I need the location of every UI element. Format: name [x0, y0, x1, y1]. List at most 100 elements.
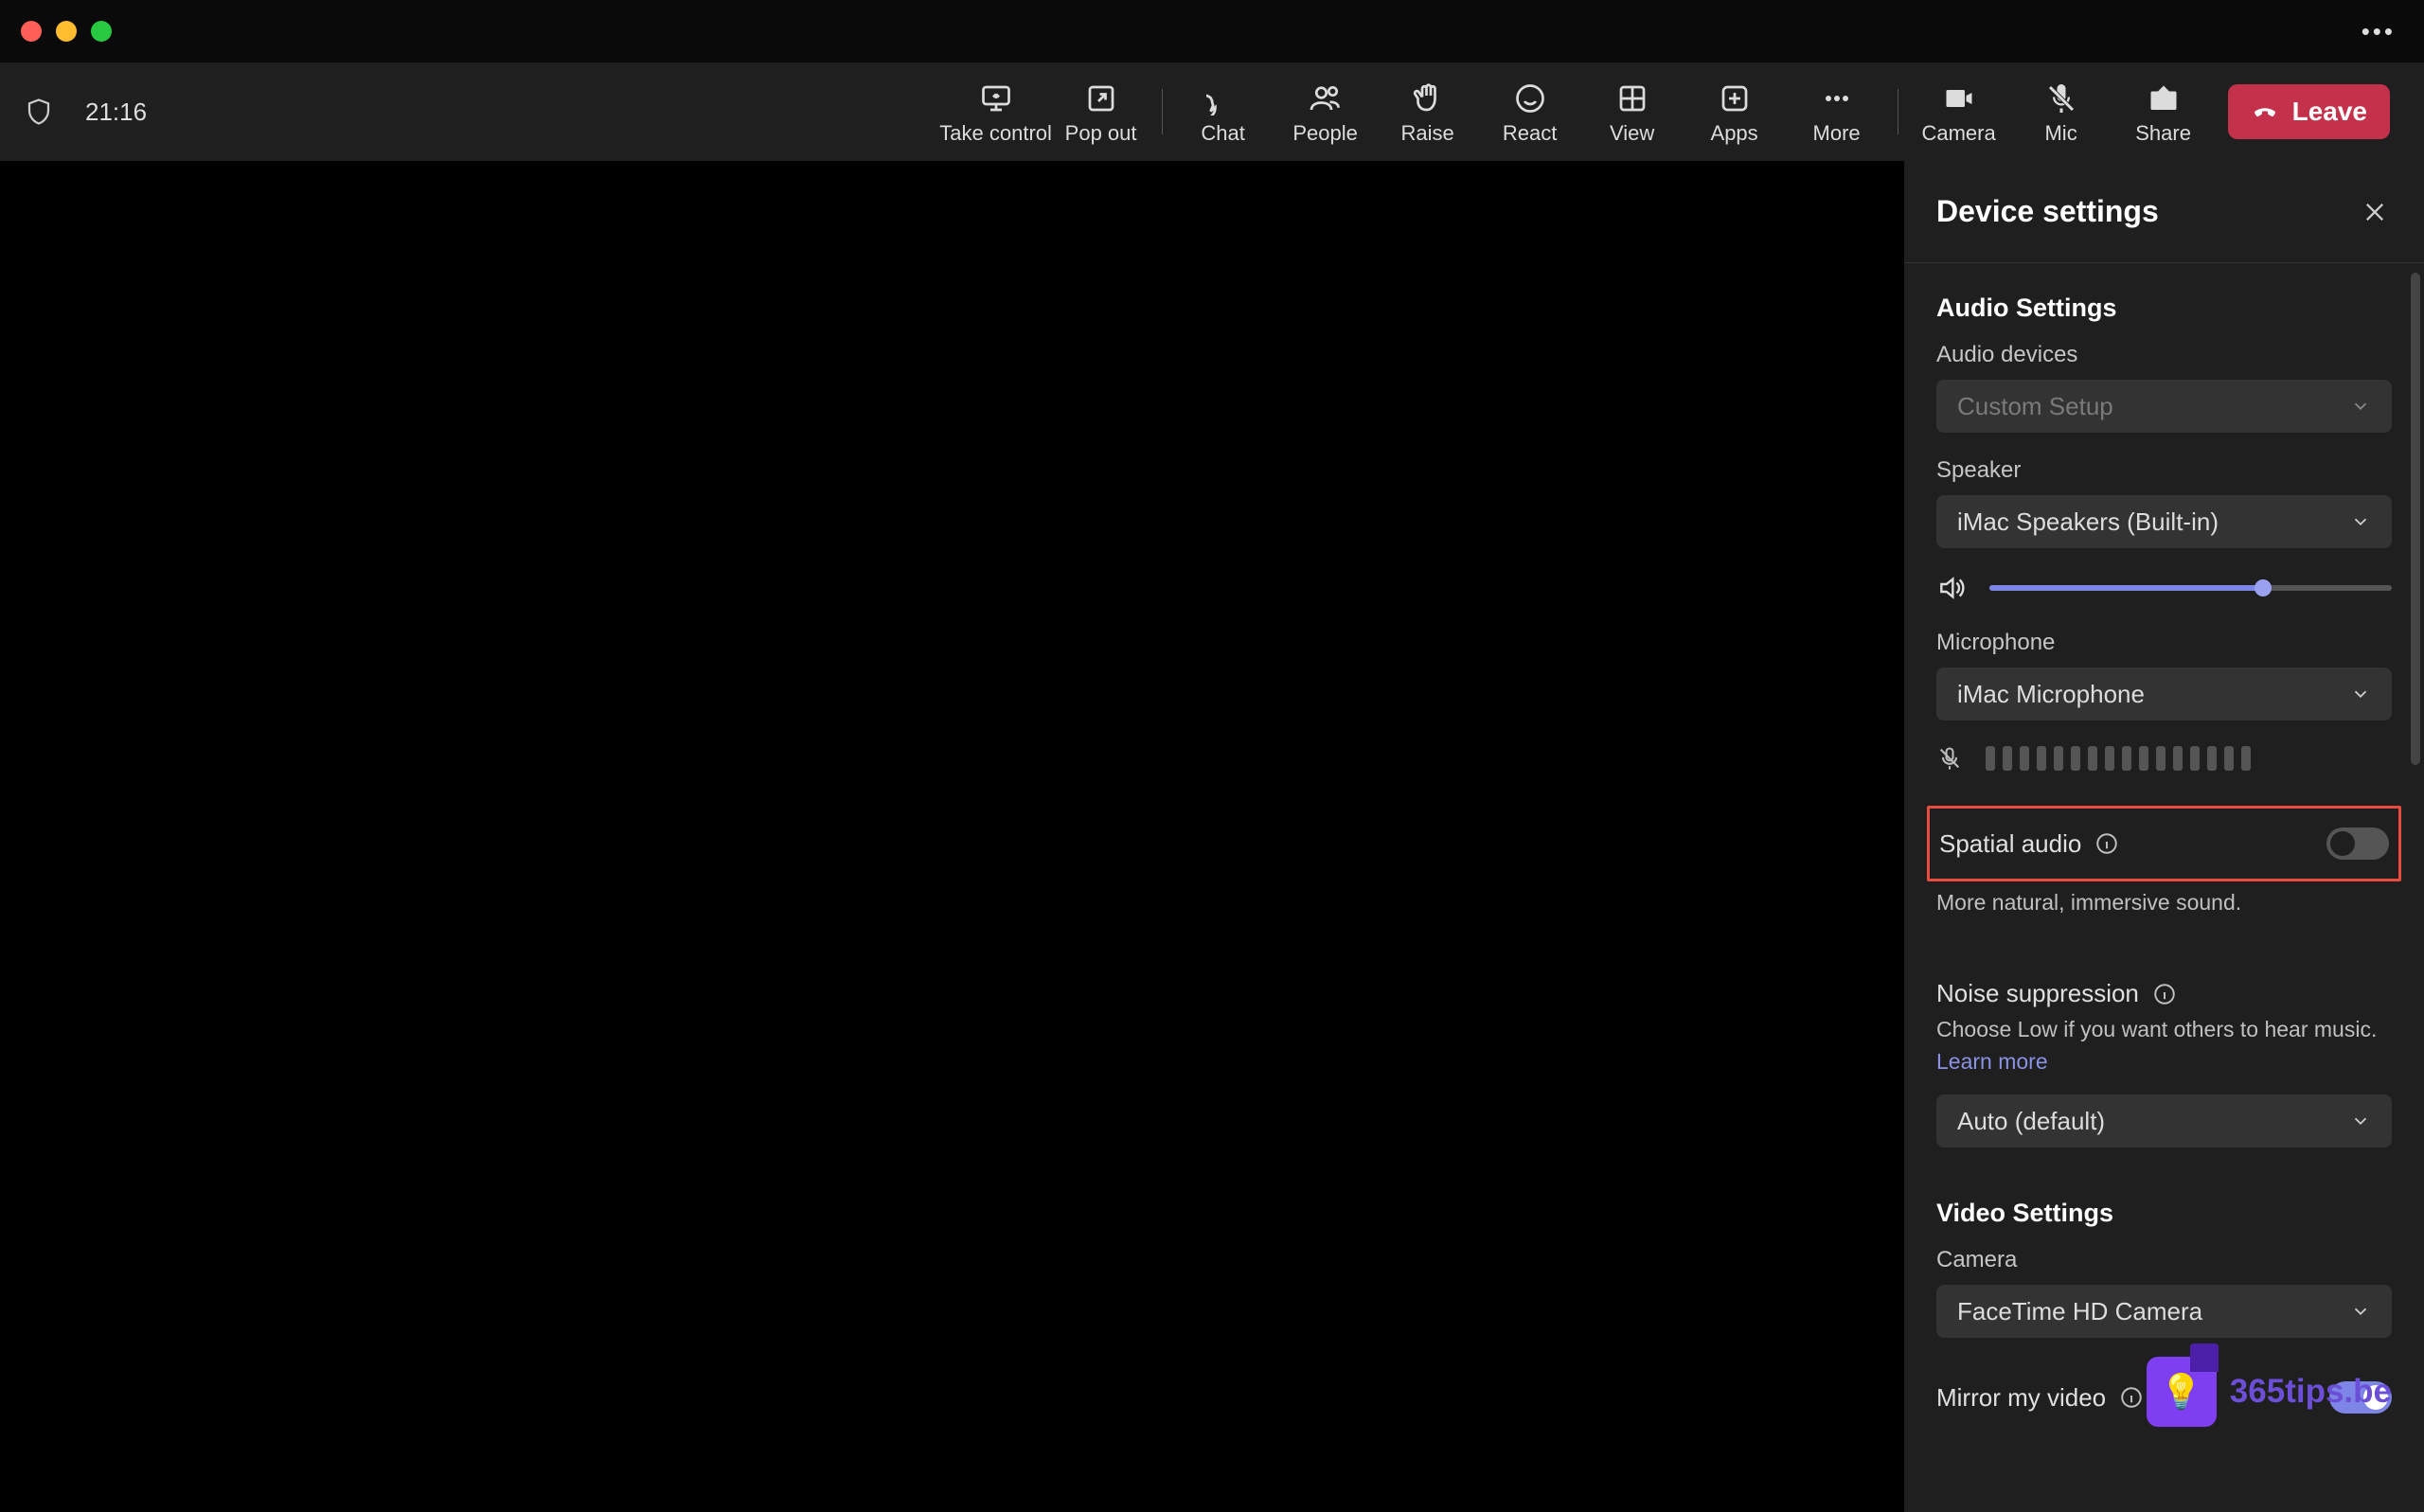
camera-select[interactable]: FaceTime HD Camera: [1936, 1285, 2392, 1338]
react-button[interactable]: React: [1479, 71, 1581, 152]
microphone-select[interactable]: iMac Microphone: [1936, 667, 2392, 720]
camera-value: FaceTime HD Camera: [1957, 1297, 2202, 1326]
maximize-window-button[interactable]: [91, 21, 112, 42]
content-area: Device settings Audio Settings Audio dev…: [0, 161, 2424, 1512]
noise-suppression-value: Auto (default): [1957, 1107, 2105, 1136]
pop-out-icon: [1084, 81, 1118, 116]
mic-level-row: [1936, 745, 2392, 772]
speaker-select[interactable]: iMac Speakers (Built-in): [1936, 495, 2392, 548]
minimize-window-button[interactable]: [56, 21, 77, 42]
device-settings-panel: Device settings Audio Settings Audio dev…: [1903, 161, 2424, 1512]
audio-devices-label: Audio devices: [1936, 342, 2392, 368]
view-button[interactable]: View: [1581, 71, 1684, 152]
spatial-audio-label: Spatial audio: [1939, 829, 2081, 859]
noise-desc-text: Choose Low if you want others to hear mu…: [1936, 1017, 2377, 1041]
speaker-volume-slider[interactable]: [1989, 585, 2392, 591]
watermark-text: 365tips.be: [2230, 1373, 2392, 1411]
shield-icon[interactable]: [25, 96, 53, 128]
take-control-button[interactable]: Take control: [942, 71, 1050, 152]
take-control-label: Take control: [939, 121, 1052, 146]
watermark: 💡 365tips.be: [2147, 1357, 2392, 1427]
mic-off-icon: [2044, 81, 2078, 116]
camera-label: Camera: [1921, 121, 1995, 146]
info-icon[interactable]: [2094, 831, 2119, 856]
chat-icon: [1206, 81, 1240, 116]
mic-level-meter: [1986, 746, 2251, 771]
noise-suppression-select[interactable]: Auto (default): [1936, 1094, 2392, 1147]
camera-label: Camera: [1936, 1247, 2392, 1273]
grid-icon: [1615, 81, 1649, 116]
more-button[interactable]: More: [1786, 71, 1888, 152]
chevron-down-icon: [2350, 1301, 2371, 1322]
chevron-down-icon: [2350, 396, 2371, 417]
audio-devices-select[interactable]: Custom Setup: [1936, 380, 2392, 433]
camera-toggle-button[interactable]: Camera: [1908, 71, 2010, 152]
meeting-toolbar: 21:16 Take control Pop out Chat People R…: [0, 62, 2424, 161]
spatial-audio-row: Spatial audio: [1927, 806, 2401, 881]
monitor-icon: [979, 81, 1013, 116]
speaker-label: Speaker: [1936, 457, 2392, 484]
pop-out-label: Pop out: [1065, 121, 1137, 146]
mic-muted-icon[interactable]: [1936, 745, 1963, 772]
share-tray-icon: [2147, 81, 2181, 116]
close-icon[interactable]: [2362, 199, 2388, 225]
titlebar-more-icon[interactable]: •••: [2362, 17, 2396, 46]
pop-out-button[interactable]: Pop out: [1050, 71, 1152, 152]
info-icon[interactable]: [2152, 982, 2177, 1006]
video-section-title: Video Settings: [1936, 1199, 2392, 1228]
apps-button[interactable]: Apps: [1684, 71, 1786, 152]
video-stage: [0, 161, 1903, 1512]
apps-label: Apps: [1711, 121, 1758, 146]
mic-toggle-button[interactable]: Mic: [2010, 71, 2112, 152]
emoji-icon: [1513, 81, 1547, 116]
noise-suppression-label: Noise suppression: [1936, 979, 2139, 1008]
chevron-down-icon: [2350, 684, 2371, 704]
learn-more-link[interactable]: Learn more: [1936, 1049, 2048, 1074]
panel-body: Audio Settings Audio devices Custom Setu…: [1904, 263, 2424, 1512]
traffic-lights: [21, 21, 112, 42]
noise-suppression-row: Noise suppression: [1936, 960, 2392, 1014]
chat-label: Chat: [1201, 121, 1244, 146]
hangup-icon: [2251, 98, 2279, 126]
panel-header: Device settings: [1904, 161, 2424, 263]
microphone-value: iMac Microphone: [1957, 680, 2145, 709]
more-label: More: [1813, 121, 1861, 146]
watermark-logo: 💡: [2147, 1357, 2217, 1427]
chat-button[interactable]: Chat: [1172, 71, 1274, 152]
window-titlebar: •••: [0, 0, 2424, 62]
people-icon: [1309, 81, 1343, 116]
audio-devices-value: Custom Setup: [1957, 392, 2113, 421]
panel-scrollbar[interactable]: [2411, 273, 2420, 765]
meeting-timer: 21:16: [85, 98, 147, 127]
spatial-audio-desc: More natural, immersive sound.: [1936, 887, 2392, 918]
raise-label: Raise: [1400, 121, 1453, 146]
mirror-video-label: Mirror my video: [1936, 1383, 2106, 1413]
toolbar-separator: [1162, 89, 1163, 134]
speaker-volume-icon[interactable]: [1936, 573, 1967, 603]
raise-hand-button[interactable]: Raise: [1377, 71, 1479, 152]
chevron-down-icon: [2350, 511, 2371, 532]
share-button[interactable]: Share: [2112, 71, 2215, 152]
people-button[interactable]: People: [1274, 71, 1377, 152]
share-label: Share: [2135, 121, 2191, 146]
audio-section-title: Audio Settings: [1936, 294, 2392, 323]
mic-label: Mic: [2044, 121, 2076, 146]
microphone-label: Microphone: [1936, 630, 2392, 656]
info-icon[interactable]: [2119, 1385, 2144, 1410]
camera-on-icon: [1942, 81, 1976, 116]
lightbulb-icon: 💡: [2160, 1372, 2202, 1412]
speaker-value: iMac Speakers (Built-in): [1957, 507, 2219, 537]
leave-button[interactable]: Leave: [2228, 84, 2390, 139]
chevron-down-icon: [2350, 1111, 2371, 1131]
people-label: People: [1292, 121, 1358, 146]
speaker-volume-row: [1936, 573, 2392, 603]
apps-icon: [1718, 81, 1752, 116]
leave-label: Leave: [2292, 97, 2367, 127]
raise-hand-icon: [1411, 81, 1445, 116]
ellipsis-icon: [1820, 81, 1854, 116]
close-window-button[interactable]: [21, 21, 42, 42]
view-label: View: [1610, 121, 1654, 146]
noise-suppression-desc: Choose Low if you want others to hear mu…: [1936, 1014, 2392, 1077]
slider-thumb[interactable]: [2255, 579, 2272, 596]
spatial-audio-toggle[interactable]: [2326, 827, 2389, 860]
